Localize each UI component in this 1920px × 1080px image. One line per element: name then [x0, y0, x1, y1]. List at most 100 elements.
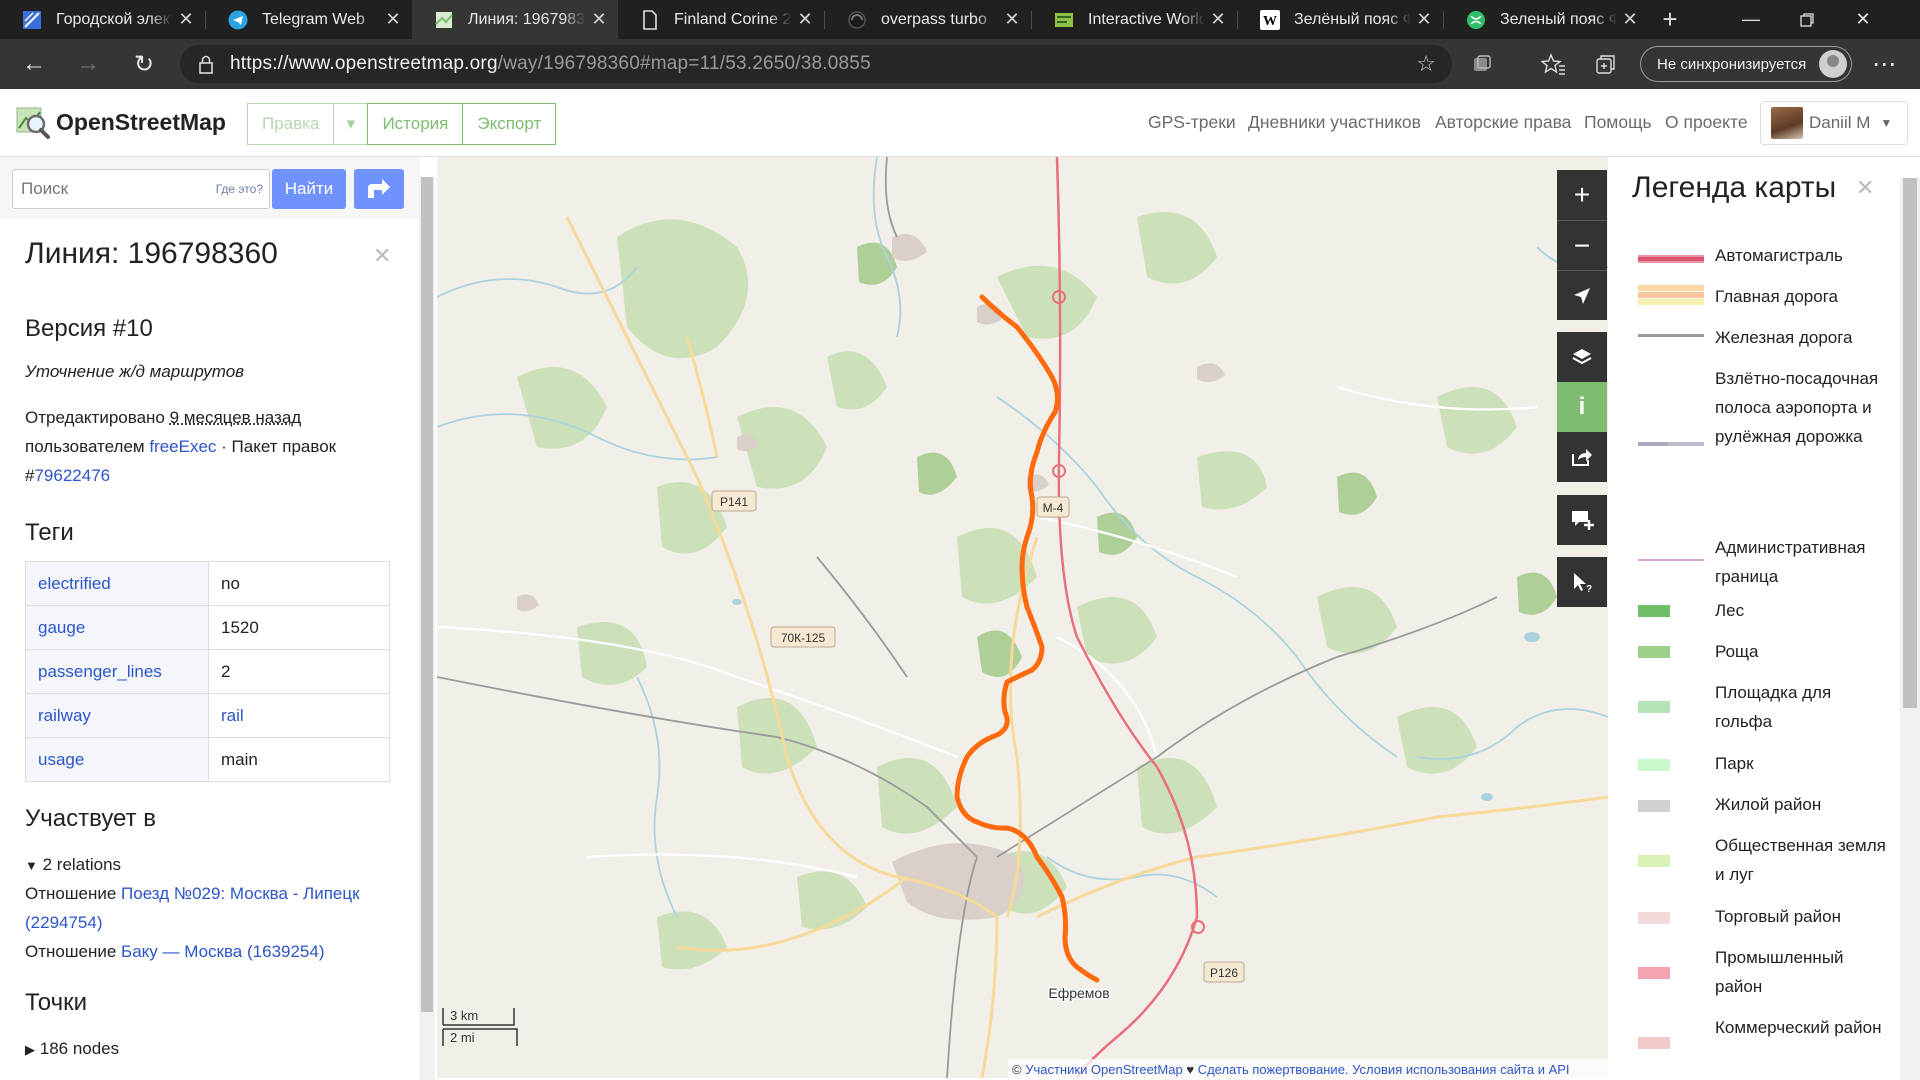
close-tab-icon[interactable]: ✕: [1205, 9, 1231, 30]
scrollbar-thumb[interactable]: [1903, 178, 1917, 708]
changeset-link[interactable]: 79622476: [34, 466, 110, 485]
edit-info: Отредактировано 9 месяцев назад пользова…: [25, 403, 395, 490]
close-tab-icon[interactable]: ✕: [1411, 9, 1437, 30]
close-tab-icon[interactable]: ✕: [1617, 9, 1643, 30]
reload-icon[interactable]: ↻: [124, 39, 164, 89]
close-window-icon[interactable]: ✕: [1835, 0, 1891, 39]
map-attribution: © Участники OpenStreetMap ♥ Сделать поже…: [1008, 1059, 1608, 1079]
user-menu-button[interactable]: Daniil M ▼: [1760, 101, 1908, 145]
where-is-this-link[interactable]: Где это?: [216, 182, 263, 196]
sidebar-scrollbar[interactable]: [419, 177, 435, 1080]
restore-icon[interactable]: [1779, 0, 1835, 39]
tag-key-link[interactable]: passenger_lines: [25, 649, 209, 694]
tag-key-link[interactable]: railway: [25, 693, 209, 738]
browser-tab-active[interactable]: Линия: 196798360 ✕: [412, 0, 618, 39]
browser-tab[interactable]: Finland Corine 200 ✕: [618, 0, 824, 39]
zoom-in-button[interactable]: +: [1557, 170, 1607, 220]
more-menu-icon[interactable]: ⋯: [1864, 39, 1904, 89]
tag-key-link[interactable]: gauge: [25, 605, 209, 650]
relation-id-link[interactable]: (1639254): [247, 942, 325, 961]
browser-tab[interactable]: Telegram Web ✕: [206, 0, 412, 39]
legend-label: Торговый район: [1715, 907, 1841, 926]
browser-tab[interactable]: Городской электр ✕: [0, 0, 205, 39]
osm-brand[interactable]: OpenStreetMap: [14, 104, 226, 140]
motorway-m4: [1055, 157, 1158, 768]
directions-button[interactable]: [354, 169, 404, 209]
tag-key-link[interactable]: usage: [25, 737, 209, 782]
nav-about[interactable]: О проекте: [1665, 112, 1748, 133]
browser-tab[interactable]: Зеленый пояс Фе ✕: [1444, 0, 1649, 39]
add-note-button[interactable]: [1557, 495, 1607, 545]
tab-title: Линия: 196798360: [468, 10, 586, 28]
new-tab-button[interactable]: +: [1652, 0, 1688, 39]
legend-label: Административная граница: [1715, 538, 1866, 586]
nodes-toggle[interactable]: ▶ 186 nodes: [25, 1034, 119, 1064]
legend-scrollbar[interactable]: [1900, 178, 1920, 1080]
nav-copyright[interactable]: Авторские права: [1435, 112, 1571, 133]
edit-dropdown-icon[interactable]: ▾: [333, 103, 369, 145]
relations-toggle[interactable]: ▼ 2 relations: [25, 850, 121, 880]
close-tab-icon[interactable]: ✕: [999, 9, 1025, 30]
close-tab-icon[interactable]: ✕: [380, 9, 406, 30]
forward-icon[interactable]: →: [68, 39, 108, 89]
favorites-icon[interactable]: [1533, 39, 1573, 89]
svg-text:W: W: [1263, 14, 1277, 29]
map-canvas: Р141 70К-125 М-4 Р126 Ефремов: [437, 157, 1608, 1078]
user-link[interactable]: freeExec: [149, 437, 216, 456]
close-tab-icon[interactable]: ✕: [586, 9, 612, 30]
search-button[interactable]: Найти: [272, 169, 346, 209]
nodes-heading: Точки: [25, 989, 88, 1016]
railway-map-icon: [22, 10, 42, 30]
back-icon[interactable]: ←: [14, 39, 54, 89]
share-button[interactable]: [1557, 432, 1607, 482]
donate-link[interactable]: Сделать пожертвование.: [1198, 1062, 1349, 1077]
zoom-out-button[interactable]: −: [1557, 220, 1607, 270]
railway-swatch: [1638, 334, 1704, 337]
layers-button[interactable]: [1557, 332, 1607, 382]
tab-title: Finland Corine 200: [674, 10, 792, 28]
nav-help[interactable]: Помощь: [1584, 112, 1652, 133]
tag-value: 1520: [208, 605, 390, 650]
site-title: OpenStreetMap: [56, 108, 226, 135]
note-add-icon: [1572, 511, 1594, 530]
legend-label: Лес: [1715, 601, 1745, 620]
terms-link[interactable]: Условия использования сайта и API: [1352, 1062, 1569, 1077]
tag-key-link[interactable]: electrified: [25, 561, 209, 606]
export-button[interactable]: Экспорт: [462, 103, 557, 145]
relation-link[interactable]: Поезд №029: Москва - Липецк: [121, 884, 360, 903]
close-tab-icon[interactable]: ✕: [792, 9, 818, 30]
legend-button[interactable]: i: [1557, 382, 1607, 432]
search-input[interactable]: Поиск Где это?: [12, 169, 270, 209]
address-bar[interactable]: https://www.openstreetmap.org/way/196798…: [180, 45, 1452, 83]
favorite-star-icon[interactable]: ☆: [1416, 51, 1436, 77]
browser-tab[interactable]: W Зелёный пояс Фе ✕: [1238, 0, 1443, 39]
tag-value-link[interactable]: rail: [208, 693, 390, 738]
close-tab-icon[interactable]: ✕: [173, 9, 199, 30]
residential-swatch: [1638, 800, 1670, 812]
map-view[interactable]: Р141 70К-125 М-4 Р126 Ефремов 3 km 2 mi: [437, 157, 1608, 1078]
document-icon: [640, 9, 660, 30]
browser-tab[interactable]: overpass turbo ✕: [825, 0, 1031, 39]
query-features-button[interactable]: ?: [1557, 557, 1607, 607]
relation-link[interactable]: Баку — Москва: [121, 942, 242, 961]
nav-gps-traces[interactable]: GPS-треки: [1148, 112, 1236, 133]
locate-button[interactable]: [1557, 270, 1607, 320]
relation-id-link[interactable]: (2294754): [25, 913, 103, 932]
main-road-swatch: [1638, 285, 1704, 305]
profile-sync-button[interactable]: Не синхронизируется: [1640, 46, 1852, 82]
scrollbar-thumb[interactable]: [421, 177, 433, 1012]
close-legend-icon[interactable]: ✕: [1856, 175, 1874, 201]
road-label: 70К-125: [781, 631, 826, 645]
legend-title: Легенда карты: [1632, 171, 1837, 204]
layers-icon: [1572, 349, 1592, 365]
legend-label: Общественная земля и луг: [1715, 836, 1886, 884]
osm-contributors-link[interactable]: Участники OpenStreetMap: [1025, 1062, 1183, 1077]
extension-icon[interactable]: [1462, 39, 1502, 89]
history-button[interactable]: История: [367, 103, 464, 145]
minimize-icon[interactable]: —: [1723, 0, 1779, 39]
browser-tab[interactable]: Interactive World F ✕: [1032, 0, 1237, 39]
close-panel-icon[interactable]: ✕: [373, 243, 391, 269]
collections-icon[interactable]: [1586, 39, 1626, 89]
edit-button[interactable]: Правка: [247, 103, 335, 145]
nav-user-diaries[interactable]: Дневники участников: [1248, 112, 1421, 133]
